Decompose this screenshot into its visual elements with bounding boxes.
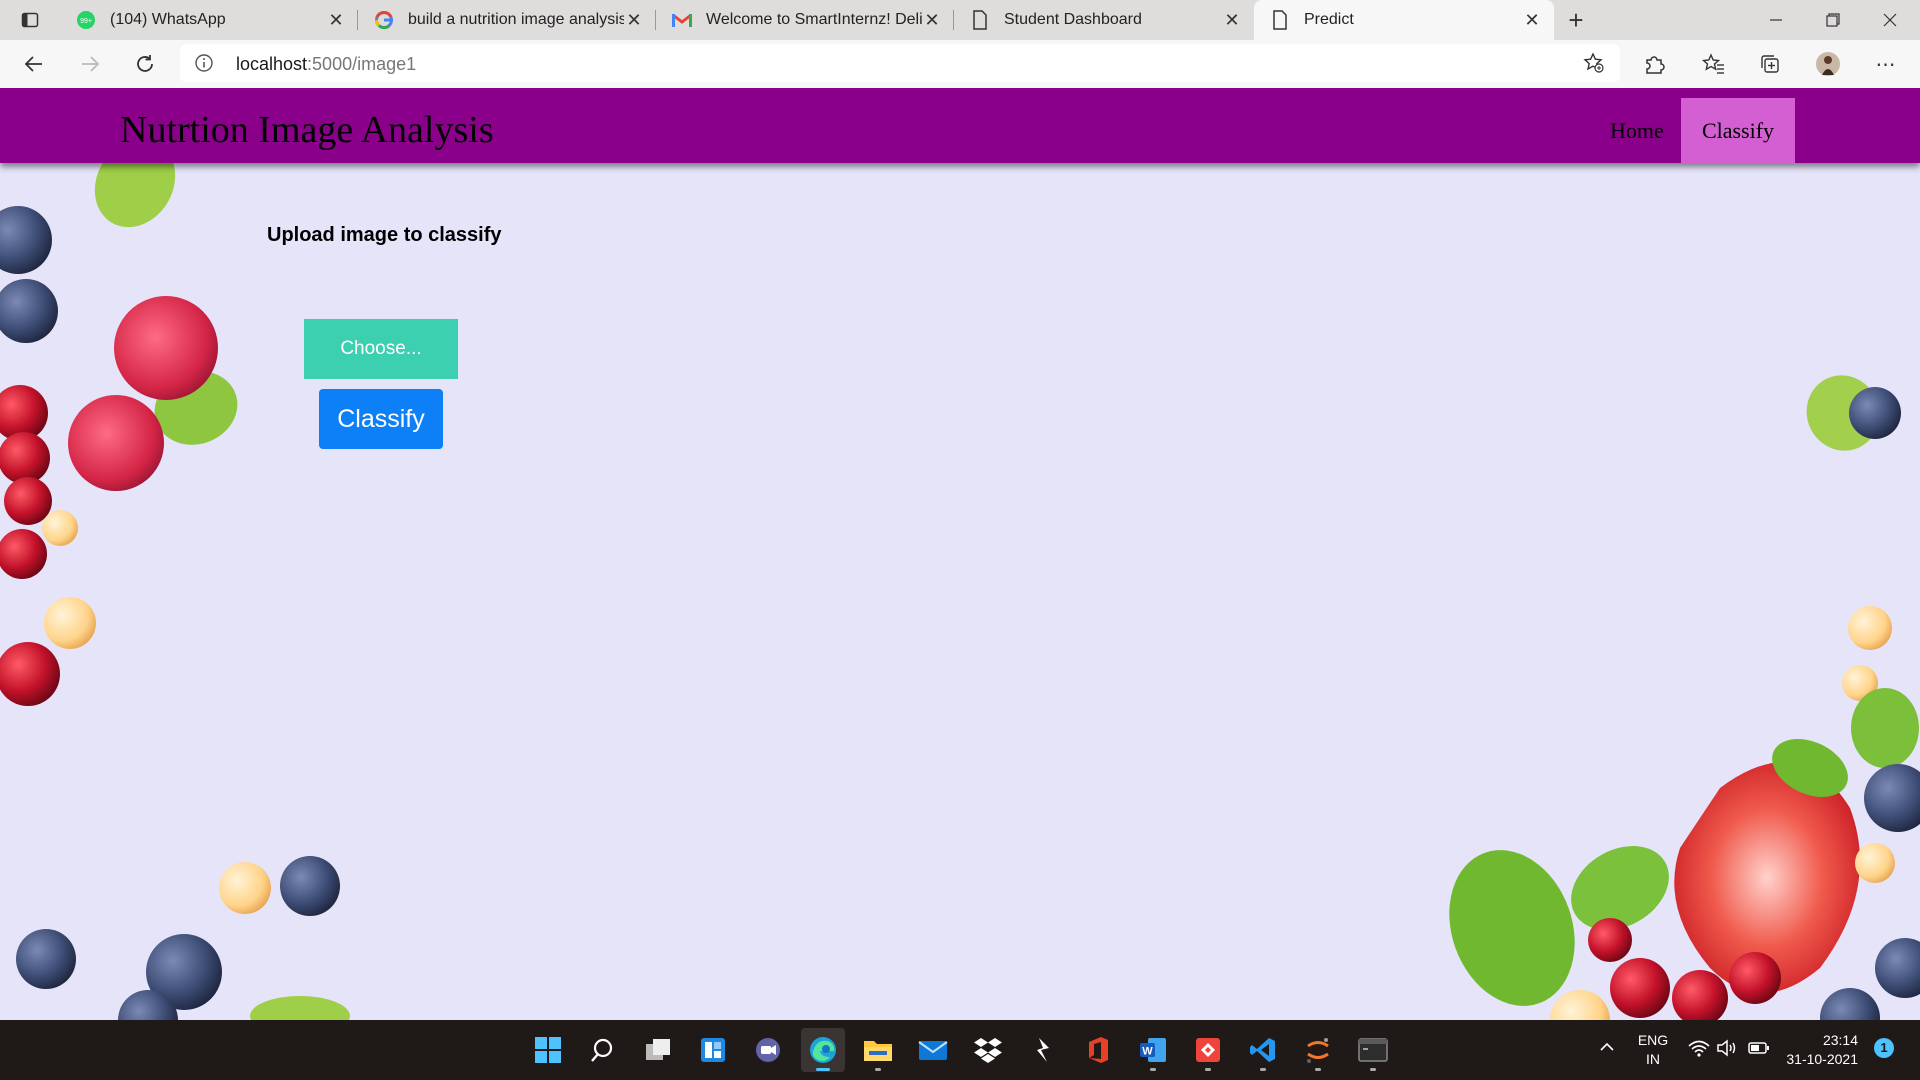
- new-tab-button[interactable]: +: [1560, 0, 1592, 40]
- add-favorite-icon[interactable]: [1574, 43, 1614, 83]
- clock-date: 31-10-2021: [1786, 1051, 1858, 1067]
- show-hidden-icons-chevron-icon[interactable]: [1598, 1038, 1616, 1059]
- page-icon: [970, 10, 990, 30]
- url-text: localhost:5000/image1: [236, 54, 416, 75]
- upload-heading: Upload image to classify: [267, 224, 502, 246]
- search-icon[interactable]: [581, 1028, 625, 1072]
- classify-button[interactable]: Classify: [319, 389, 443, 449]
- collections-icon[interactable]: [1750, 44, 1790, 84]
- url-host: localhost: [236, 54, 308, 74]
- minimize-button[interactable]: [1748, 0, 1804, 40]
- site-info-icon[interactable]: [194, 53, 214, 78]
- svg-text:W: W: [1142, 1046, 1153, 1058]
- tab-title: Predict: [1304, 11, 1354, 28]
- gmail-icon: [672, 10, 692, 30]
- extensions-icon[interactable]: [1634, 44, 1674, 84]
- tab-title: Student Dashboard: [1004, 11, 1142, 28]
- nav-classify-link[interactable]: Classify: [1681, 98, 1795, 164]
- terminal-icon[interactable]: [1351, 1028, 1395, 1072]
- widgets-icon[interactable]: [691, 1028, 735, 1072]
- notification-badge[interactable]: 1: [1874, 1038, 1894, 1058]
- whatsapp-icon: 99+: [76, 10, 96, 30]
- clock-time: 23:14: [1822, 1032, 1858, 1048]
- forward-button[interactable]: [70, 44, 110, 84]
- refresh-button[interactable]: [125, 44, 165, 84]
- tab-google-search[interactable]: build a nutrition image analysis c ✕: [358, 0, 656, 40]
- close-window-button[interactable]: [1862, 0, 1918, 40]
- office-icon[interactable]: [1076, 1028, 1120, 1072]
- site-navbar: Nutrtion Image Analysis Home Classify: [0, 88, 1920, 164]
- dropbox-icon[interactable]: [966, 1028, 1010, 1072]
- custom-app-icon[interactable]: [1021, 1028, 1065, 1072]
- jupyter-icon[interactable]: [1296, 1028, 1340, 1072]
- start-icon[interactable]: [526, 1028, 570, 1072]
- region-code: IN: [1646, 1051, 1660, 1067]
- close-tab-icon[interactable]: ✕: [922, 10, 942, 31]
- restore-button[interactable]: [1805, 0, 1861, 40]
- site-title: Nutrtion Image Analysis: [120, 109, 494, 151]
- mail-icon[interactable]: [911, 1028, 955, 1072]
- language-indicator[interactable]: ENG IN: [1632, 1031, 1674, 1069]
- tab-actions-icon[interactable]: [10, 0, 50, 40]
- battery-icon[interactable]: [1748, 1040, 1770, 1059]
- choose-file-button[interactable]: Choose...: [304, 319, 458, 379]
- tab-title: build a nutrition image analysis c: [408, 11, 624, 28]
- close-tab-icon[interactable]: ✕: [1522, 10, 1542, 31]
- back-button[interactable]: [14, 44, 54, 84]
- vscode-icon[interactable]: [1241, 1028, 1285, 1072]
- google-icon: [374, 10, 394, 30]
- task-view-icon[interactable]: [636, 1028, 680, 1072]
- nav-home-link[interactable]: Home: [1590, 98, 1684, 164]
- url-path: :5000/image1: [307, 54, 417, 74]
- profile-avatar[interactable]: [1808, 44, 1848, 84]
- word-icon[interactable]: W: [1131, 1028, 1175, 1072]
- clock[interactable]: 23:14 31-10-2021: [1782, 1031, 1858, 1069]
- svg-text:99+: 99+: [80, 18, 92, 25]
- more-options-icon[interactable]: ⋯: [1866, 44, 1906, 84]
- close-tab-icon[interactable]: ✕: [624, 10, 644, 31]
- tab-student-dashboard[interactable]: Student Dashboard ✕: [954, 0, 1254, 40]
- anydesk-icon[interactable]: [1186, 1028, 1230, 1072]
- favorites-icon[interactable]: [1694, 44, 1734, 84]
- close-tab-icon[interactable]: ✕: [326, 10, 346, 31]
- page-icon: [1270, 10, 1290, 30]
- teams-chat-icon[interactable]: [746, 1028, 790, 1072]
- tab-title: (104) WhatsApp: [110, 11, 226, 28]
- file-explorer-icon[interactable]: [856, 1028, 900, 1072]
- browser-toolbar: localhost:5000/image1 ⋯: [0, 40, 1920, 88]
- tab-whatsapp[interactable]: 99+ (104) WhatsApp ✕: [60, 0, 358, 40]
- windows-taskbar: W ENG IN 23:14 31-10-2021 1: [0, 1020, 1920, 1080]
- browser-tab-bar: 99+ (104) WhatsApp ✕ build a nutrition i…: [0, 0, 1920, 40]
- address-bar[interactable]: localhost:5000/image1: [180, 44, 1620, 82]
- language-code: ENG: [1637, 1032, 1669, 1048]
- page-content: Nutrtion Image Analysis Home Classify Up…: [0, 88, 1920, 1020]
- wifi-icon[interactable]: [1688, 1039, 1710, 1060]
- tab-title: Welcome to SmartInternz! Deligh: [706, 11, 922, 28]
- close-tab-icon[interactable]: ✕: [1222, 10, 1242, 31]
- edge-icon[interactable]: [801, 1028, 845, 1072]
- tab-predict[interactable]: Predict ✕: [1254, 0, 1554, 40]
- tab-gmail[interactable]: Welcome to SmartInternz! Deligh ✕: [656, 0, 954, 40]
- volume-icon[interactable]: [1716, 1039, 1738, 1060]
